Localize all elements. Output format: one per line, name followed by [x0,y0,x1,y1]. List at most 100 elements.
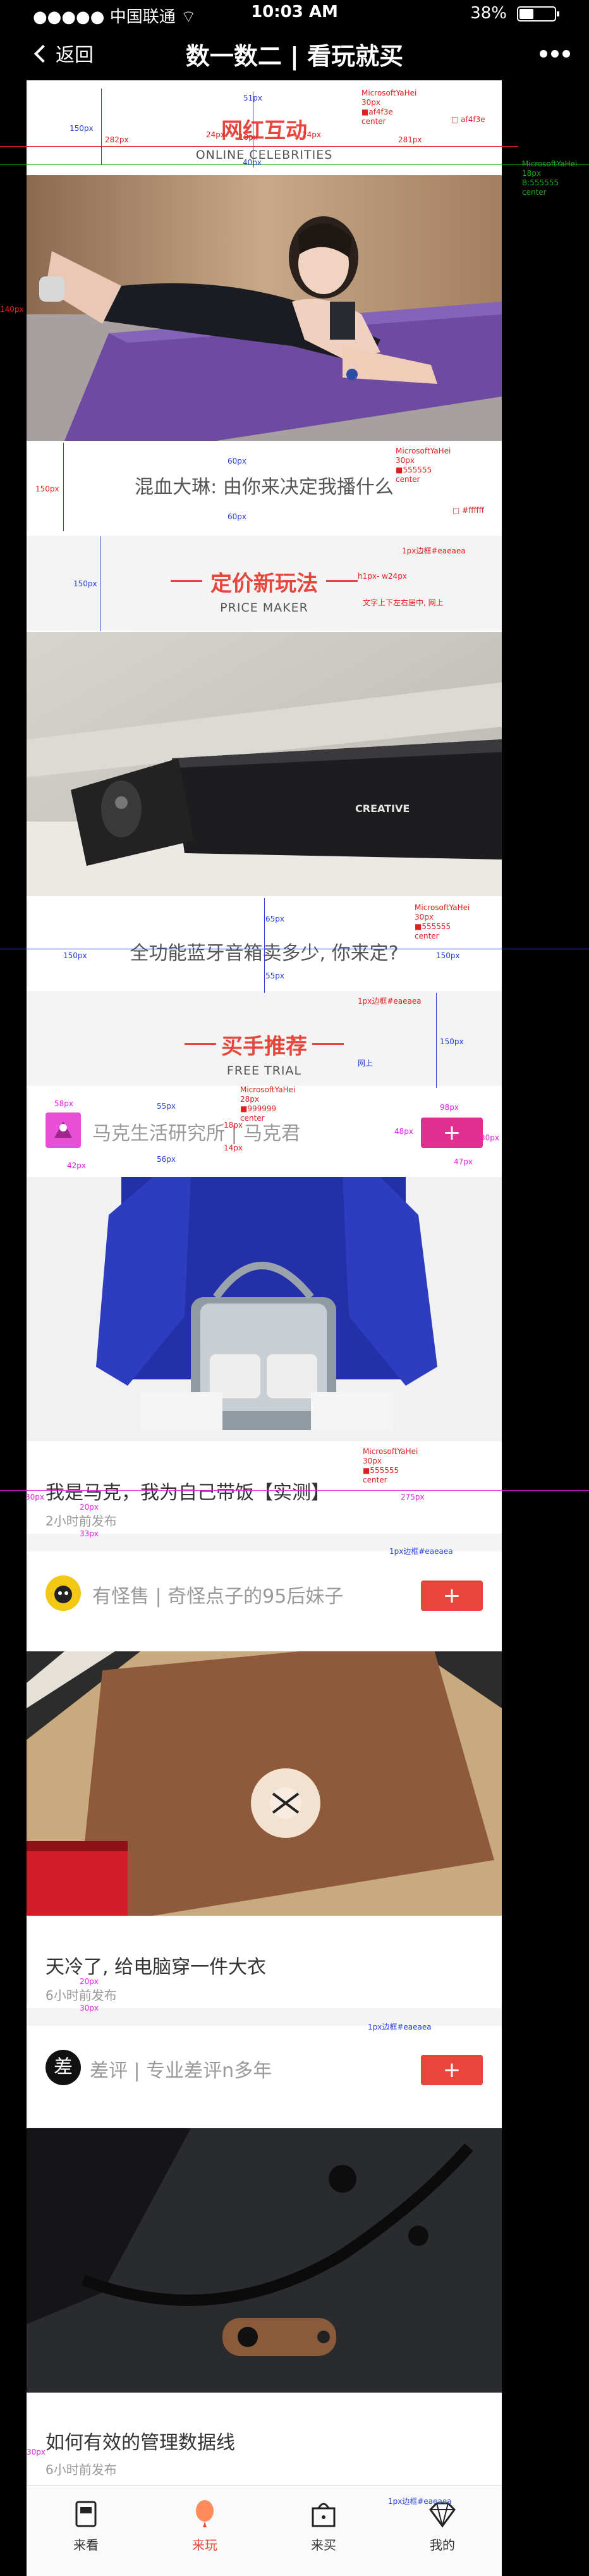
annotation-label: 30px [80,2004,99,2012]
annotation-label: 282px [105,135,129,144]
celebrity-banner-image[interactable] [27,175,502,441]
annotation-label: 150px [70,124,94,133]
page-title: 数一数二 | 看玩就买 [185,42,404,70]
tab-label: 我的 [430,2537,455,2553]
annotation-label: MicrosoftYaHei 18px B:555555 center [522,159,578,197]
article-title[interactable]: 我是马克，我为自己带饭【实测】 [46,1477,330,1505]
section-title: 买手推荐 [221,1034,307,1059]
annotation-label: 56px [157,1155,176,1164]
tab-buy[interactable]: 来买 [264,2486,383,2576]
annotation-label: MicrosoftYaHei 30px ■555555 center [396,447,451,484]
tab-label: 来玩 [192,2537,217,2553]
annotation-label: MicrosoftYaHei 30px ■555555 center [415,903,470,940]
annotation-label: 24px [302,130,321,139]
phone-frame: ●●●●● 中国联通 ⌔ 10:03 AM 38% 返回 数一数二 | 看玩就买… [0,0,589,2576]
annotation-label: 60px [228,457,246,465]
avatar[interactable] [46,1575,81,1611]
annotation-label: MicrosoftYaHei 30px ■af4f3e center [361,89,417,126]
annotation-label: 1px边框#eaeaea [402,546,466,555]
author-name[interactable]: 差评 | 专业差评n多年 [90,2055,272,2083]
author-row[interactable]: 有怪售 | 奇怪点子的95后妹子 + [27,1551,502,1640]
annotation-label: 150px [35,484,59,493]
dot-icon [540,50,547,58]
annotation-line [63,443,64,531]
annotation-label: 65px [265,915,284,923]
annotation-label: 58px [54,1099,73,1108]
annotation-label: 60px [228,512,246,521]
annotation-label: 150px [73,579,97,588]
avatar[interactable]: 差 [46,2050,81,2085]
status-bar: ●●●●● 中国联通 ⌔ 10:03 AM 38% [0,0,589,27]
tab-watch[interactable]: 来看 [27,2486,145,2576]
title-dash-left [171,580,202,582]
annotation-label: 281px [398,135,422,144]
annotation-line [101,89,102,164]
tab-label: 来看 [73,2537,99,2553]
article-image-lunchbag[interactable] [27,1177,502,1441]
nav-bar: 返回 数一数二 | 看玩就买 [0,32,589,73]
annotation-label: 275px [401,1493,425,1501]
title-dash-left [185,1043,216,1045]
annotation-label: 10px [239,133,258,142]
annotation-label: 140px [0,305,24,314]
follow-button[interactable]: + [421,2055,483,2085]
battery-icon [517,6,559,22]
annotation-label: 24px [206,130,225,139]
section-title: 定价新玩法 [210,571,318,596]
follow-button[interactable]: + [421,1581,483,1611]
speaker-banner-image[interactable]: CREATIVE [27,632,502,896]
annotation-label: 30px [480,1133,499,1142]
annotation-label: 55px [265,971,284,980]
title-dash-right [312,1043,344,1045]
section-header-celebrities: 网红互动 ONLINE CELEBRITIES [27,113,502,162]
annotation-label: 51px [243,94,262,102]
annotation-label: 150px [63,951,87,960]
annotation-label: 33px [80,1529,99,1538]
annotation-label: 1px边框#eaeaea [388,2497,452,2506]
annotation-line [0,1490,589,1491]
tab-play[interactable]: 来玩 [145,2486,264,2576]
annotation-label: 14px [224,1143,243,1152]
annotation-label: 150px [440,1037,464,1046]
svg-text:CREATIVE: CREATIVE [355,803,410,815]
battery-percent: 38% [470,4,507,23]
dot-icon [551,50,559,58]
section-header-trial: 买手推荐 FREE TRIAL [27,1029,502,1078]
annotation-line [0,164,589,165]
annotation-line [0,146,518,147]
article-time: 2小时前发布 [46,1513,117,1529]
follow-button[interactable]: + [421,1118,483,1148]
avatar[interactable] [46,1112,81,1148]
section-title: 网红互动 [221,118,307,144]
annotation-label: 网上 [358,1059,373,1068]
annotation-label: MicrosoftYaHei 30px ■555555 center [363,1447,418,1484]
author-name[interactable]: 有怪售 | 奇怪点子的95后妹子 [92,1581,343,1608]
book-icon [75,2501,97,2527]
annotation-label: 47px [454,1157,473,1166]
bag-icon [312,2503,336,2527]
tab-label: 来买 [311,2537,336,2553]
dot-icon [562,50,570,58]
annotation-label: 150px [436,951,460,960]
annotation-label: 18px [224,1121,243,1130]
annotation-label: 42px [67,1161,86,1170]
article-title[interactable]: 天冷了, 给电脑穿一件大衣 [46,1951,266,1979]
article-image-cable-organizer[interactable] [27,2128,502,2393]
title-dash-right [326,580,358,582]
more-menu-button[interactable] [536,48,570,60]
annotation-label: 1px边框#eaeaea [368,2023,432,2031]
article-title[interactable]: 如何有效的管理数据线 [46,2427,235,2455]
annotation-label: 48px [394,1127,413,1136]
article-image-laptop-sleeve[interactable] [27,1651,502,1916]
annotation-label: □ af4f3e [451,115,485,124]
annotation-label: 30px [27,2448,46,2456]
author-row[interactable]: 差 差评 | 专业差评n多年 + [27,2026,502,2114]
annotation-label: 1px边框#eaeaea [358,997,422,1006]
annotation-label: 98px [440,1103,459,1112]
annotation-label: 1px边框#eaeaea [389,1547,453,1556]
annotation-label: 55px [157,1102,176,1111]
annotation-label: MicrosoftYaHei 28px ■999999 center [240,1085,296,1123]
annotation-label: 20px [80,1503,99,1512]
annotation-line [264,898,265,993]
article-time: 6小时前发布 [46,1988,117,2003]
